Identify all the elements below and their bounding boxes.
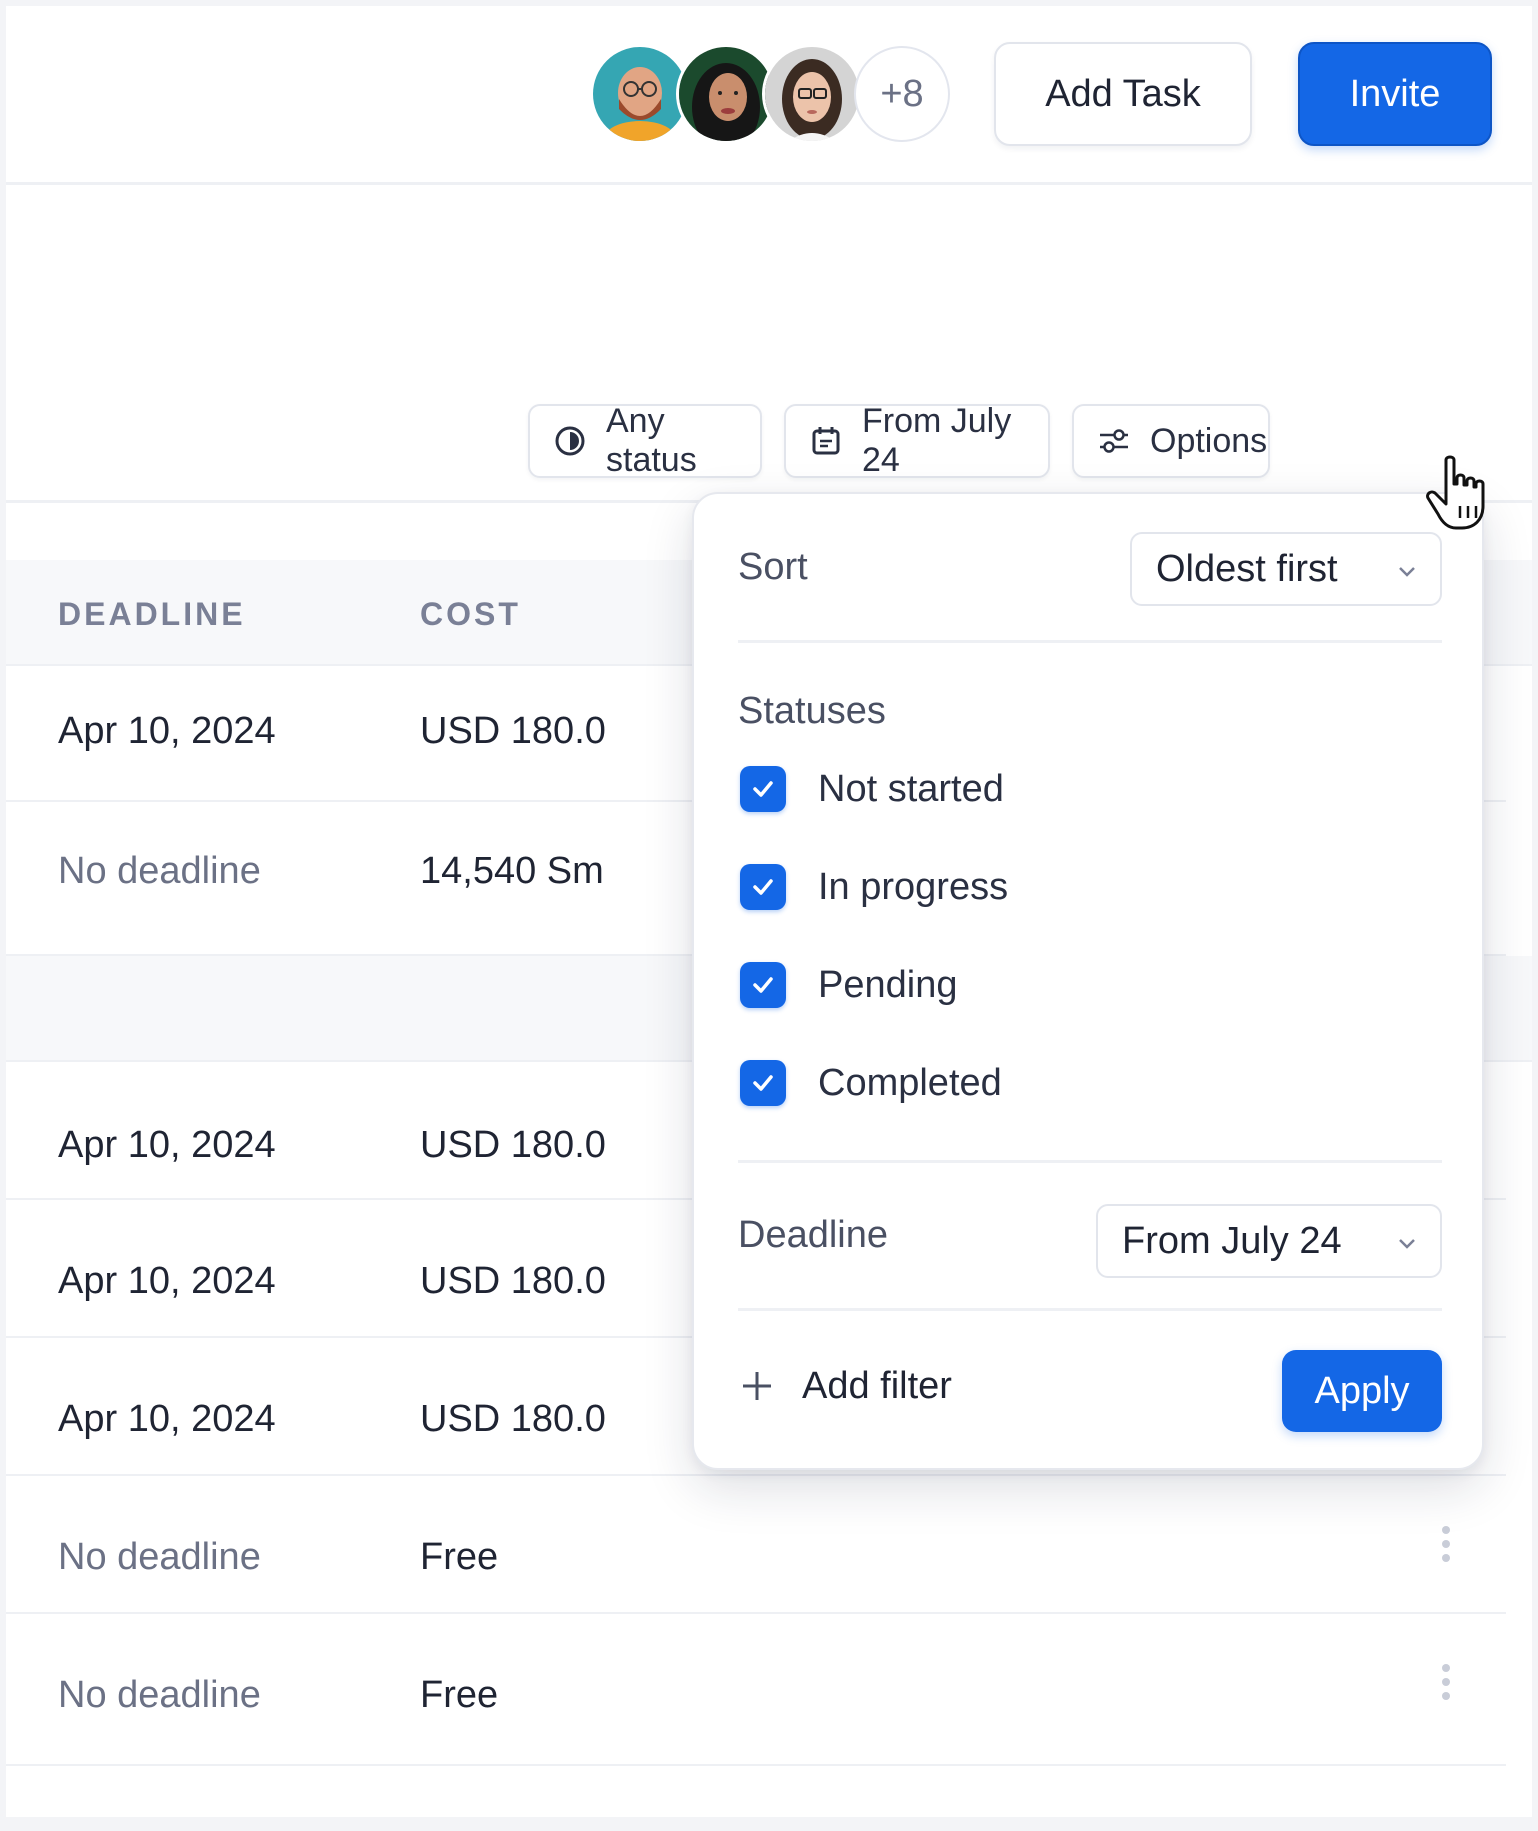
- checkbox-checked[interactable]: [740, 962, 786, 1008]
- chevron-down-icon: [1399, 567, 1415, 577]
- chevron-down-icon: [1399, 1239, 1415, 1249]
- checkbox-checked[interactable]: [740, 864, 786, 910]
- avatar[interactable]: [590, 44, 690, 144]
- column-header-cost[interactable]: COST: [420, 596, 521, 633]
- hand-cursor-icon: [1426, 455, 1485, 530]
- half-circle-icon: [552, 423, 588, 459]
- divider: [738, 640, 1442, 643]
- options-popover: Sort Oldest first Statuses Not started I…: [692, 492, 1484, 1470]
- status-option-label: Pending: [818, 963, 958, 1006]
- header: +8 Add Task Invite: [6, 6, 1532, 185]
- cost-cell: 14,540 Sm: [420, 850, 604, 892]
- cost-cell: USD 180.0: [420, 1260, 606, 1302]
- add-filter-button[interactable]: Add filter: [740, 1356, 952, 1416]
- divider: [738, 1308, 1442, 1311]
- date-filter-label: From July 24: [862, 402, 1012, 479]
- status-option-pending[interactable]: Pending: [740, 960, 957, 1010]
- sort-value: Oldest first: [1156, 547, 1338, 590]
- deadline-cell: Apr 10, 2024: [58, 1398, 276, 1440]
- deadline-cell: Apr 10, 2024: [58, 710, 276, 752]
- checkbox-checked[interactable]: [740, 1060, 786, 1106]
- avatar[interactable]: [676, 44, 776, 144]
- invite-button[interactable]: Invite: [1298, 42, 1492, 146]
- column-header-deadline[interactable]: DEADLINE: [58, 596, 246, 633]
- status-option-label: Completed: [818, 1061, 1002, 1104]
- deadline-cell: Apr 10, 2024: [58, 1260, 276, 1302]
- deadline-select[interactable]: From July 24: [1096, 1204, 1442, 1278]
- add-task-button[interactable]: Add Task: [994, 42, 1252, 146]
- row-menu-icon[interactable]: [1442, 1526, 1452, 1568]
- deadline-cell: Apr 10, 2024: [58, 1124, 276, 1166]
- status-option-label: In progress: [818, 865, 1009, 908]
- status-option-label: Not started: [818, 767, 1004, 810]
- add-filter-label: Add filter: [802, 1364, 952, 1407]
- options-label: Options: [1150, 421, 1268, 460]
- status-filter-label: Any status: [606, 402, 697, 479]
- table-row[interactable]: No deadline Free: [6, 1614, 1506, 1766]
- status-filter-chip[interactable]: Any status: [528, 402, 762, 479]
- calendar-icon: [808, 423, 844, 459]
- checkbox-checked[interactable]: [740, 766, 786, 812]
- deadline-label: Deadline: [738, 1214, 888, 1256]
- filter-bar: Any status From July 24 Options: [6, 182, 1532, 503]
- cost-cell: Free: [420, 1536, 499, 1578]
- cost-cell: Free: [420, 1674, 499, 1716]
- task-panel: +8 Add Task Invite Any status From July …: [6, 6, 1532, 1817]
- cost-cell: USD 180.0: [420, 710, 606, 752]
- status-option-not-started[interactable]: Not started: [740, 764, 1004, 814]
- apply-button[interactable]: Apply: [1282, 1350, 1442, 1432]
- sort-select[interactable]: Oldest first: [1130, 532, 1442, 606]
- cost-cell: USD 180.0: [420, 1124, 606, 1166]
- date-filter-chip[interactable]: From July 24: [784, 402, 1050, 479]
- avatar[interactable]: [762, 44, 862, 144]
- check-icon: [753, 1075, 773, 1091]
- status-option-completed[interactable]: Completed: [740, 1058, 1002, 1108]
- deadline-cell: No deadline: [58, 1674, 261, 1716]
- cost-cell: USD 180.0: [420, 1398, 606, 1440]
- plus-icon: [743, 1372, 771, 1400]
- row-menu-icon[interactable]: [1442, 1664, 1452, 1706]
- check-icon: [753, 977, 773, 993]
- divider: [738, 1160, 1442, 1163]
- check-icon: [753, 781, 773, 797]
- more-members-badge[interactable]: +8: [854, 46, 950, 142]
- status-option-in-progress[interactable]: In progress: [740, 862, 1008, 912]
- sliders-icon: [1096, 423, 1132, 459]
- options-button[interactable]: Options: [1072, 404, 1270, 478]
- check-icon: [753, 879, 773, 895]
- deadline-value: From July 24: [1122, 1219, 1342, 1262]
- sort-label: Sort: [738, 546, 808, 588]
- table-row[interactable]: No deadline Free: [6, 1476, 1506, 1614]
- statuses-label: Statuses: [738, 690, 886, 732]
- deadline-cell: No deadline: [58, 850, 261, 892]
- deadline-cell: No deadline: [58, 1536, 261, 1578]
